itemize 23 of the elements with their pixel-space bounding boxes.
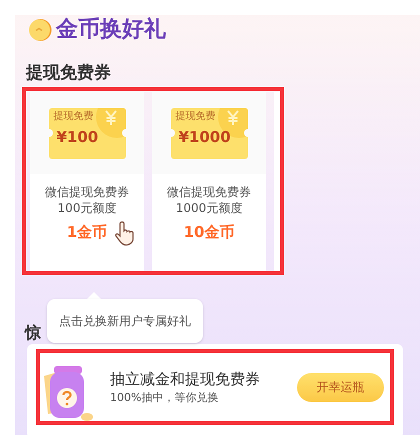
coupon-card[interactable]: 提现免费 ¥1000 微信提现免费券 1000元额度 10金币	[152, 92, 266, 271]
section-title: 提现免费券	[24, 65, 112, 82]
ticket-amount: ¥1000	[178, 130, 231, 144]
coupon-name: 微信提现免费券	[167, 186, 251, 198]
banner-subtitle: 100%抽中，等你兑换	[110, 392, 220, 402]
page-title: 金币换好礼	[56, 19, 166, 41]
mystery-bottle-icon	[42, 364, 94, 422]
coupon-name: 微信提现免费券	[45, 186, 129, 198]
coupon-quota: 1000元额度	[176, 202, 242, 214]
ticket-label: 提现免费	[54, 112, 94, 122]
coupon-card[interactable]: 提现免费 ¥100 微信提现免费券 100元额度 1金币	[30, 92, 144, 271]
coin-icon	[28, 18, 52, 42]
banner-title: 抽立减金和提现免费券	[110, 372, 260, 386]
yen-icon	[104, 110, 118, 126]
section-title: 惊	[25, 325, 41, 341]
coupon-price: 10金币	[184, 225, 234, 240]
ticket-amount: ¥100	[56, 130, 98, 144]
ticket-label: 提现免费	[176, 112, 216, 122]
coupon-quota: 100元额度	[58, 202, 116, 214]
yen-icon	[226, 110, 240, 126]
lucky-bottle-button[interactable]: 开幸运瓶	[297, 372, 384, 402]
tooltip: 点击兑换新用户专属好礼	[47, 299, 203, 343]
coupon-price: 1金币	[66, 225, 108, 240]
